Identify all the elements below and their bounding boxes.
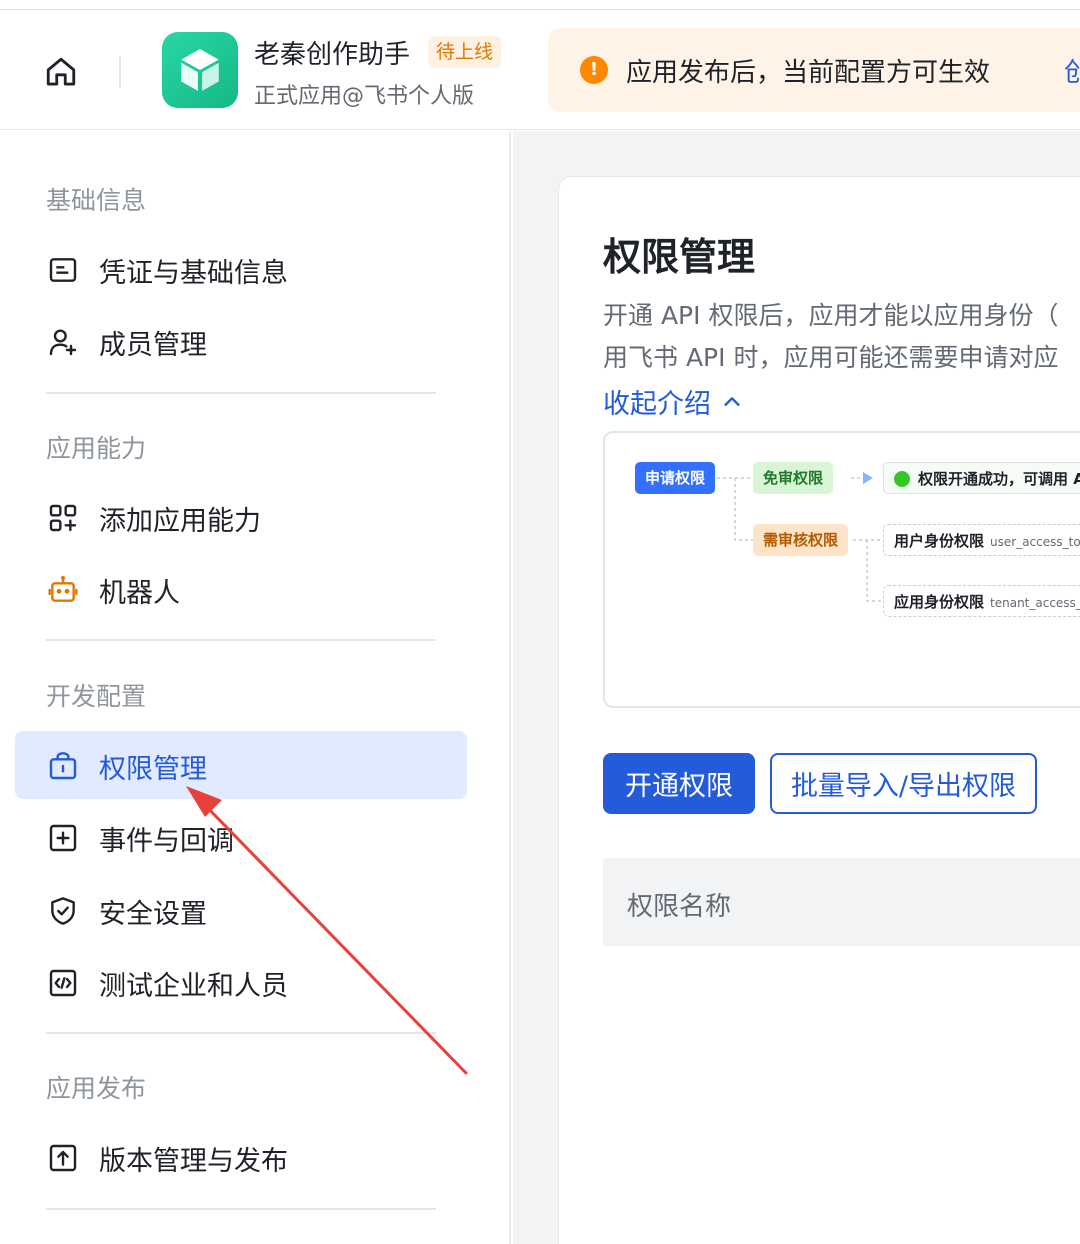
flow-tenant-token: tenant_access_ bbox=[990, 596, 1080, 610]
app-subtitle: 正式应用@飞书个人版 bbox=[254, 84, 475, 109]
sidebar-item-label: 添加应用能力 bbox=[99, 506, 261, 537]
header-divider bbox=[119, 56, 121, 88]
app-header: 老秦创作助手 待上线 正式应用@飞书个人版 ! 应用发布后，当前配置方可生效 创 bbox=[0, 10, 1080, 130]
sidebar-item-label: 安全设置 bbox=[99, 899, 207, 930]
flow-user-identity-label: 用户身份权限 bbox=[894, 532, 985, 550]
flow-user-identity: 用户身份权限 user_access_to bbox=[883, 524, 1080, 556]
sidebar-item-events[interactable]: 事件与回调 bbox=[15, 803, 467, 871]
plus-box-icon bbox=[47, 822, 79, 854]
id-card-icon bbox=[47, 254, 79, 286]
column-permission-name: 权限名称 bbox=[627, 892, 732, 922]
lock-bag-icon bbox=[47, 750, 79, 782]
check-circle-icon bbox=[894, 471, 910, 487]
sidebar: 基础信息 凭证与基础信息 成员管理 应用能力 添加应用能力 机器人 开发配置 权… bbox=[0, 131, 511, 1244]
sidebar-item-version-release[interactable]: 版本管理与发布 bbox=[15, 1123, 467, 1191]
sidebar-item-label: 凭证与基础信息 bbox=[99, 258, 288, 289]
sidebar-item-test-tenant[interactable]: 测试企业和人员 bbox=[15, 948, 467, 1016]
cube-icon bbox=[181, 49, 219, 91]
page-title: 权限管理 bbox=[603, 235, 756, 279]
sidebar-item-bot[interactable]: 机器人 bbox=[15, 555, 467, 623]
app-name: 老秦创作助手 bbox=[254, 40, 411, 70]
flow-success-label: 权限开通成功，可调用 A bbox=[918, 470, 1080, 488]
group-title-release: 应用发布 bbox=[46, 1074, 147, 1103]
grid-add-icon bbox=[47, 502, 79, 534]
sidebar-item-permissions[interactable]: 权限管理 bbox=[15, 731, 467, 799]
flow-tenant-identity: 应用身份权限 tenant_access_ bbox=[883, 585, 1080, 617]
upload-box-icon bbox=[47, 1142, 79, 1174]
sidebar-item-credentials[interactable]: 凭证与基础信息 bbox=[15, 235, 467, 303]
publish-notice: ! 应用发布后，当前配置方可生效 创 bbox=[548, 28, 1080, 112]
shield-check-icon bbox=[47, 895, 79, 927]
sidebar-item-members[interactable]: 成员管理 bbox=[15, 307, 467, 375]
sidebar-item-label: 版本管理与发布 bbox=[99, 1146, 288, 1177]
flow-success: 权限开通成功，可调用 A bbox=[883, 462, 1080, 494]
sidebar-item-label: 机器人 bbox=[99, 578, 180, 609]
intro-text-line-2: 用飞书 API 时，应用可能还需要申请对应 bbox=[603, 343, 1059, 372]
home-button[interactable] bbox=[40, 52, 82, 92]
sidebar-item-label: 测试企业和人员 bbox=[99, 971, 288, 1002]
status-badge: 待上线 bbox=[428, 36, 502, 68]
flow-tenant-identity-label: 应用身份权限 bbox=[894, 593, 985, 611]
sidebar-divider bbox=[46, 392, 436, 394]
sidebar-divider bbox=[46, 1032, 436, 1034]
notice-text: 应用发布后，当前配置方可生效 bbox=[626, 58, 991, 88]
group-title-basic: 基础信息 bbox=[46, 186, 147, 215]
home-icon bbox=[46, 57, 76, 86]
warning-icon: ! bbox=[580, 56, 608, 84]
intro-text-line-1: 开通 API 权限后，应用才能以应用身份（ bbox=[603, 301, 1059, 330]
collapse-intro-label: 收起介绍 bbox=[603, 389, 711, 420]
permission-table-header: 权限名称 bbox=[603, 858, 1080, 946]
batch-import-export-button[interactable]: 批量导入/导出权限 bbox=[770, 753, 1037, 814]
enable-permission-button[interactable]: 开通权限 bbox=[603, 753, 755, 814]
flow-user-token: user_access_to bbox=[990, 535, 1080, 549]
code-box-icon bbox=[47, 967, 79, 999]
chevron-up-icon bbox=[724, 396, 740, 406]
sidebar-item-label: 权限管理 bbox=[99, 754, 207, 785]
sidebar-divider bbox=[46, 639, 436, 641]
add-member-icon bbox=[47, 326, 79, 358]
flow-free-permission: 免审权限 bbox=[753, 462, 834, 494]
flow-review-permission: 需审核权限 bbox=[753, 524, 849, 556]
group-title-capabilities: 应用能力 bbox=[46, 434, 147, 463]
robot-icon bbox=[47, 574, 79, 606]
collapse-intro-link[interactable]: 收起介绍 bbox=[603, 382, 743, 421]
app-logo bbox=[162, 32, 238, 108]
top-edge bbox=[0, 0, 1080, 10]
permissions-card bbox=[558, 176, 1080, 1244]
sidebar-divider bbox=[46, 1208, 436, 1210]
group-title-dev-config: 开发配置 bbox=[46, 682, 147, 711]
sidebar-item-security[interactable]: 安全设置 bbox=[15, 876, 467, 944]
flow-apply-permission: 申请权限 bbox=[635, 462, 716, 494]
permission-flow-diagram: 申请权限 免审权限 需审核权限 权限开通成功，可调用 A 用户身份权限 user_… bbox=[603, 431, 1080, 708]
sidebar-item-add-capability[interactable]: 添加应用能力 bbox=[15, 483, 467, 551]
sidebar-item-label: 事件与回调 bbox=[99, 826, 234, 857]
create-version-link[interactable]: 创 bbox=[1064, 52, 1080, 89]
sidebar-item-label: 成员管理 bbox=[99, 330, 207, 361]
